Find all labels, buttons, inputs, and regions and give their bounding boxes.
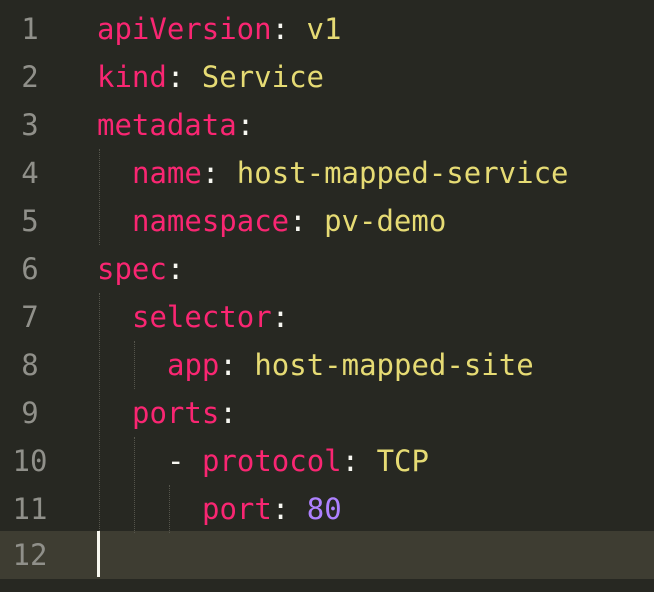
yaml-colon: : [271,300,290,334]
yaml-colon: : [341,444,360,478]
yaml-key: spec [97,252,167,286]
yaml-value: pv-demo [324,204,447,238]
indent-guide [99,293,100,533]
yaml-key: app [167,348,220,382]
code-text: metadata: [97,101,254,149]
yaml-colon: : [271,492,290,526]
code-line-6[interactable]: 6 spec: [0,245,654,293]
yaml-colon: : [166,60,185,94]
yaml-list-dash: - [167,444,185,478]
code-text: spec: [97,245,184,293]
line-number: 2 [21,60,39,94]
line-number: 9 [21,396,39,430]
code-text: namespace: pv-demo [132,197,446,245]
code-line-2[interactable]: 2 kind: Service [0,53,654,101]
yaml-colon: : [201,156,220,190]
code-text: port: 80 [202,485,342,533]
line-number: 1 [21,12,39,46]
yaml-colon: : [166,252,185,286]
code-line-3[interactable]: 3 metadata: [0,101,654,149]
yaml-key: apiVersion [97,12,272,46]
yaml-colon: : [289,204,307,238]
yaml-colon: : [271,12,290,46]
line-number: 10 [12,444,48,478]
yaml-value: Service [201,60,324,94]
indent-guide [134,341,135,389]
yaml-number-value: 80 [306,492,342,526]
line-number: 12 [12,538,48,572]
code-text: kind: Service [97,53,324,101]
line-number: 8 [21,348,39,382]
code-editor[interactable]: 1 apiVersion: v1 2 kind: Service 3 metad… [0,0,654,592]
line-number: 3 [21,108,39,142]
yaml-key: protocol [201,444,342,478]
line-number: 6 [21,252,39,286]
indent-guide [134,437,135,533]
yaml-key: kind [97,60,167,94]
yaml-key: namespace [132,204,290,238]
yaml-value: TCP [376,444,429,478]
yaml-key: selector [132,300,272,334]
line-number: 7 [21,300,39,334]
yaml-colon: : [219,396,237,430]
yaml-colon: : [236,108,255,142]
code-text: apiVersion: v1 [97,5,341,53]
yaml-colon: : [219,348,237,382]
line-number: 11 [12,492,48,526]
yaml-key: port [202,492,272,526]
code-text: - protocol: TCP [167,437,429,485]
line-number: 4 [21,156,39,190]
yaml-value: v1 [306,12,342,46]
yaml-key: name [132,156,202,190]
code-line-1[interactable]: 1 apiVersion: v1 [0,5,654,53]
yaml-key: metadata [97,108,237,142]
yaml-value: host-mapped-service [236,156,569,190]
code-text: name: host-mapped-service [132,149,569,197]
line-number: 5 [21,204,39,238]
indent-guide [99,149,100,245]
yaml-value: host-mapped-site [254,348,534,382]
text-cursor [97,531,100,577]
code-text: app: host-mapped-site [167,341,534,389]
indent-guide [169,485,170,533]
code-text: ports: [132,389,237,437]
code-text: selector: [132,293,289,341]
yaml-key: ports [132,396,220,430]
